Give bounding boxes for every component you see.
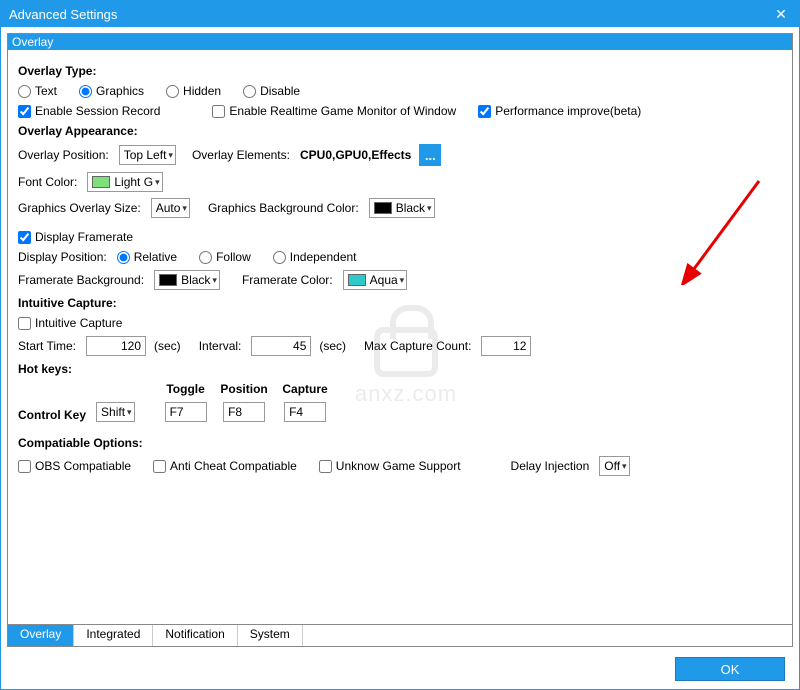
appearance-title: Overlay Appearance: xyxy=(18,124,782,138)
appearance-row1: Overlay Position: Top Left▾ Overlay Elem… xyxy=(18,144,782,166)
chevron-down-icon: ▾ xyxy=(155,177,160,188)
compat-row: OBS Compatiable Anti Cheat Compatiable U… xyxy=(18,456,782,476)
check-intuitive-capture[interactable]: Intuitive Capture xyxy=(18,316,122,330)
col-capture: Capture xyxy=(278,382,333,396)
start-unit: (sec) xyxy=(154,339,181,353)
panel-title: Overlay xyxy=(8,34,792,50)
check-realtime-monitor[interactable]: Enable Realtime Game Monitor of Window xyxy=(212,104,456,118)
col-position: Position xyxy=(217,382,272,396)
gsize-row: Graphics Overlay Size: Auto▾ Graphics Ba… xyxy=(18,198,782,218)
radio-hidden[interactable]: Hidden xyxy=(166,84,221,98)
radio-relative[interactable]: Relative xyxy=(117,250,177,264)
check-obs[interactable]: OBS Compatiable xyxy=(18,459,131,473)
elements-value: CPU0,GPU0,Effects xyxy=(300,148,411,162)
chevron-down-icon: ▾ xyxy=(622,461,627,472)
fontcolor-swatch xyxy=(92,176,110,188)
start-label: Start Time: xyxy=(18,339,76,353)
check-anticheat[interactable]: Anti Cheat Compatiable xyxy=(153,459,297,473)
display-position-label: Display Position: xyxy=(18,250,107,264)
radio-text[interactable]: Text xyxy=(18,84,57,98)
chevron-down-icon: ▾ xyxy=(168,150,173,161)
tab-bar: Overlay Integrated Notification System xyxy=(7,625,793,647)
controlkey-label: Control Key xyxy=(18,408,86,422)
check-session-record[interactable]: Enable Session Record xyxy=(18,104,160,118)
tab-integrated[interactable]: Integrated xyxy=(74,625,153,646)
hotkey-capture-input[interactable] xyxy=(284,402,326,422)
close-icon[interactable]: ✕ xyxy=(769,6,793,23)
interval-unit: (sec) xyxy=(319,339,346,353)
delay-select[interactable]: Off▾ xyxy=(599,456,629,476)
interval-input[interactable] xyxy=(251,336,311,356)
delay-label: Delay Injection xyxy=(511,459,590,473)
gsize-label: Graphics Overlay Size: xyxy=(18,201,141,215)
frbg-label: Framerate Background: xyxy=(18,273,144,287)
radio-independent[interactable]: Independent xyxy=(273,250,357,264)
maxcount-label: Max Capture Count: xyxy=(364,339,471,353)
gbg-select[interactable]: Black▾ xyxy=(369,198,435,218)
hotkeys-title: Hot keys: xyxy=(18,362,782,376)
titlebar: Advanced Settings ✕ xyxy=(1,1,799,27)
fontcolor-select[interactable]: Light G▾ xyxy=(87,172,162,192)
interval-label: Interval: xyxy=(199,339,242,353)
hotkey-grid: Toggle Position Capture xyxy=(161,382,333,422)
chevron-down-icon: ▾ xyxy=(400,275,405,286)
chevron-down-icon: ▾ xyxy=(427,203,432,214)
check-perf-improve[interactable]: Performance improve(beta) xyxy=(478,104,641,118)
ok-button[interactable]: OK xyxy=(675,657,785,681)
frbg-select[interactable]: Black▾ xyxy=(154,270,220,290)
elements-more-button[interactable]: ... xyxy=(419,144,441,166)
footer: OK xyxy=(7,647,793,683)
chevron-down-icon: ▾ xyxy=(182,203,187,214)
tab-overlay[interactable]: Overlay xyxy=(8,625,74,646)
radio-disable[interactable]: Disable xyxy=(243,84,300,98)
capture-enable-row: Intuitive Capture xyxy=(18,316,782,330)
framerate-colors-row: Framerate Background: Black▾ Framerate C… xyxy=(18,270,782,290)
start-time-input[interactable] xyxy=(86,336,146,356)
overlay-panel: Overlay Overlay Type: Text Graphics Hidd… xyxy=(7,33,793,625)
panel-body: Overlay Type: Text Graphics Hidden Disab… xyxy=(8,50,792,624)
window-title: Advanced Settings xyxy=(9,7,769,22)
fontcolor-label: Font Color: xyxy=(18,175,77,189)
overlay-type-row: Text Graphics Hidden Disable xyxy=(18,84,782,98)
frcolor-swatch xyxy=(348,274,366,286)
gbg-swatch xyxy=(374,202,392,214)
radio-follow[interactable]: Follow xyxy=(199,250,251,264)
controlkey-select[interactable]: Shift▾ xyxy=(96,402,135,422)
overlay-position-select[interactable]: Top Left▾ xyxy=(119,145,176,165)
compat-title: Compatiable Options: xyxy=(18,436,782,450)
check-display-framerate[interactable]: Display Framerate xyxy=(18,230,133,244)
col-toggle: Toggle xyxy=(161,382,211,396)
maxcount-input[interactable] xyxy=(481,336,531,356)
chevron-down-icon: ▾ xyxy=(127,407,132,418)
fontcolor-row: Font Color: Light G▾ xyxy=(18,172,782,192)
chevron-down-icon: ▾ xyxy=(212,275,217,286)
elements-label: Overlay Elements: xyxy=(192,148,290,162)
frcolor-label: Framerate Color: xyxy=(242,273,333,287)
capture-title: Intuitive Capture: xyxy=(18,296,782,310)
gsize-select[interactable]: Auto▾ xyxy=(151,198,190,218)
frbg-swatch xyxy=(159,274,177,286)
overlay-type-checks: Enable Session Record Enable Realtime Ga… xyxy=(18,104,782,118)
tab-system[interactable]: System xyxy=(238,625,303,646)
capture-values-row: Start Time: (sec) Interval: (sec) Max Ca… xyxy=(18,336,782,356)
hotkey-position-input[interactable] xyxy=(223,402,265,422)
hotkeys-row: Control Key Shift▾ Toggle Position Captu… xyxy=(18,382,782,422)
display-position-row: Display Position: Relative Follow Indepe… xyxy=(18,250,782,264)
settings-window: Advanced Settings ✕ Overlay Overlay Type… xyxy=(0,0,800,690)
display-framerate-row: Display Framerate xyxy=(18,230,782,244)
position-label: Overlay Position: xyxy=(18,148,109,162)
frcolor-select[interactable]: Aqua▾ xyxy=(343,270,408,290)
overlay-type-title: Overlay Type: xyxy=(18,64,782,78)
content-area: Overlay Overlay Type: Text Graphics Hidd… xyxy=(1,27,799,689)
check-unknown-game[interactable]: Unknow Game Support xyxy=(319,459,461,473)
radio-graphics[interactable]: Graphics xyxy=(79,84,144,98)
hotkey-toggle-input[interactable] xyxy=(165,402,207,422)
tab-notification[interactable]: Notification xyxy=(153,625,237,646)
gbg-label: Graphics Background Color: xyxy=(208,201,359,215)
